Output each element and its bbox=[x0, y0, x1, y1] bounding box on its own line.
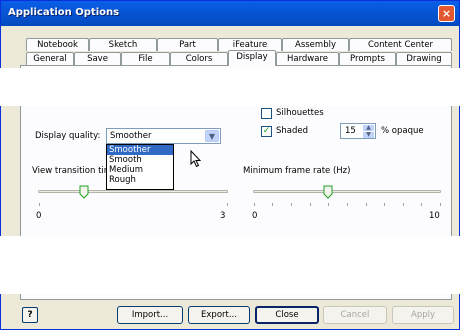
tab-colors[interactable]: Colors bbox=[170, 52, 228, 65]
cancel-button[interactable]: Cancel bbox=[323, 306, 387, 324]
tab-assembly[interactable]: Assembly bbox=[282, 38, 349, 51]
option-rough[interactable]: Rough bbox=[107, 175, 173, 185]
view-transition-track[interactable] bbox=[38, 190, 228, 193]
option-smooth[interactable]: Smooth bbox=[107, 155, 173, 165]
opacity-value: 15 bbox=[345, 126, 356, 136]
tab-content-center[interactable]: Content Center bbox=[349, 38, 452, 51]
close-button[interactable]: Close bbox=[255, 306, 319, 324]
silhouettes-label: Silhouettes bbox=[276, 108, 324, 118]
opacity-spinner[interactable]: 15 ▲ ▼ bbox=[340, 123, 376, 139]
tab-save[interactable]: Save bbox=[74, 52, 121, 65]
view-transition-label: View transition tim bbox=[32, 166, 113, 176]
tab-drawing[interactable]: Drawing bbox=[396, 52, 452, 65]
view-transition-thumb[interactable] bbox=[79, 185, 89, 199]
tab-sketch[interactable]: Sketch bbox=[89, 38, 157, 51]
tab-hardware[interactable]: Hardware bbox=[276, 52, 339, 65]
title-bar: Application Options × bbox=[1, 1, 459, 26]
min-frame-rate-track[interactable] bbox=[253, 190, 441, 193]
blank-band-bottom bbox=[0, 236, 462, 294]
export-button[interactable]: Export... bbox=[188, 306, 250, 324]
min-frame-rate-max: 10 bbox=[429, 211, 440, 221]
display-quality-dropdown-list: Smoother Smooth Medium Rough bbox=[106, 144, 174, 190]
help-icon[interactable]: ? bbox=[22, 307, 38, 323]
tab-prompts[interactable]: Prompts bbox=[339, 52, 396, 65]
min-frame-rate-thumb[interactable] bbox=[323, 185, 333, 199]
view-transition-max: 3 bbox=[220, 211, 226, 221]
blank-band-top bbox=[0, 68, 462, 106]
option-smoother[interactable]: Smoother bbox=[107, 145, 173, 155]
opacity-unit-label: % opaque bbox=[381, 126, 424, 136]
tab-part[interactable]: Part bbox=[157, 38, 218, 51]
silhouettes-checkbox[interactable] bbox=[261, 108, 272, 119]
min-frame-rate-min: 0 bbox=[252, 211, 258, 221]
view-transition-min: 0 bbox=[36, 211, 42, 221]
window-title: Application Options bbox=[8, 7, 120, 18]
spin-down-icon[interactable]: ▼ bbox=[363, 132, 374, 138]
tab-display[interactable]: Display bbox=[228, 50, 276, 66]
shaded-label: Shaded bbox=[276, 126, 309, 136]
display-quality-select[interactable]: Smoother ▼ bbox=[106, 128, 221, 144]
min-frame-rate-label: Minimum frame rate (Hz) bbox=[243, 166, 351, 176]
tab-general[interactable]: General bbox=[26, 52, 74, 65]
display-quality-label: Display quality: bbox=[35, 131, 101, 141]
chevron-down-icon[interactable]: ▼ bbox=[205, 130, 219, 142]
import-button[interactable]: Import... bbox=[117, 306, 183, 324]
apply-button[interactable]: Apply bbox=[392, 306, 454, 324]
mouse-cursor-icon bbox=[190, 150, 202, 168]
option-medium[interactable]: Medium bbox=[107, 165, 173, 175]
shaded-checkbox[interactable]: ✓ bbox=[261, 126, 272, 137]
close-window-button[interactable]: × bbox=[438, 5, 455, 22]
tab-file[interactable]: File bbox=[121, 52, 170, 65]
display-quality-value: Smoother bbox=[110, 131, 152, 141]
tab-notebook[interactable]: Notebook bbox=[26, 38, 89, 51]
